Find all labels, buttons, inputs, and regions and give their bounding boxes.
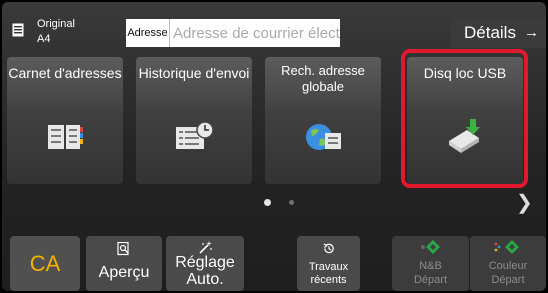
ca-label: CA	[29, 251, 61, 276]
bw-start-button[interactable]: N&B Départ	[392, 236, 469, 291]
original-label: Original	[37, 18, 75, 30]
tile-label: Rech. adresse globale	[281, 63, 365, 94]
send-history-icon	[176, 121, 214, 149]
color-start-icon	[494, 240, 519, 254]
recent-label-line2: récents	[310, 274, 347, 286]
tile-global-address-search[interactable]: Rech. adresse globale	[265, 57, 381, 184]
bw-label-line1: N&B	[419, 260, 442, 272]
original-indicator[interactable]: Original A4	[12, 17, 122, 49]
tile-address-book[interactable]: Carnet d'adresses	[7, 57, 123, 184]
bw-label-line2: Départ	[413, 274, 448, 286]
email-address-input[interactable]	[170, 19, 340, 47]
preview-icon	[117, 242, 129, 256]
preview-button[interactable]: Aperçu	[86, 236, 162, 291]
tile-label: Historique d'envoi	[138, 65, 250, 81]
history-icon	[323, 243, 334, 254]
recent-label-line1: Travaux	[308, 261, 349, 273]
details-label: Détails	[464, 23, 516, 42]
tile-usb-drive[interactable]: Disq loc USB	[407, 57, 523, 184]
recent-jobs-button[interactable]: Travaux récents	[297, 236, 360, 291]
bw-start-icon	[420, 240, 440, 254]
tile-send-history[interactable]: Historique d'envoi	[136, 57, 252, 184]
usb-drive-icon	[449, 119, 480, 153]
page-dot[interactable]	[289, 200, 294, 205]
color-label-line1: Couleur	[488, 260, 528, 272]
auto-label-line2: Auto.	[186, 271, 224, 288]
send-screen: Original A4 Adresse Détails → Carnet d'a…	[2, 2, 546, 291]
address-tag[interactable]: Adresse	[126, 19, 170, 47]
original-size: A4	[37, 33, 51, 45]
preview-label: Aperçu	[98, 264, 150, 281]
document-icon	[12, 23, 24, 37]
address-book-icon	[48, 125, 83, 149]
page-dot-active[interactable]	[264, 199, 271, 206]
color-label-line2: Départ	[491, 274, 525, 286]
details-button[interactable]: Détails →	[451, 18, 546, 48]
global-search-icon	[306, 124, 341, 150]
chevron-right-icon[interactable]: ❯	[516, 190, 533, 215]
arrow-right-icon: →	[524, 24, 539, 41]
color-start-button[interactable]: Couleur Départ	[470, 236, 546, 291]
tile-label: Carnet d'adresses	[8, 65, 122, 81]
tile-label: Disq loc USB	[423, 65, 507, 81]
clear-all-button[interactable]: CA	[10, 236, 80, 291]
auto-setting-button[interactable]: Réglage Auto.	[166, 236, 244, 291]
auto-label-line1: Réglage	[175, 254, 235, 271]
